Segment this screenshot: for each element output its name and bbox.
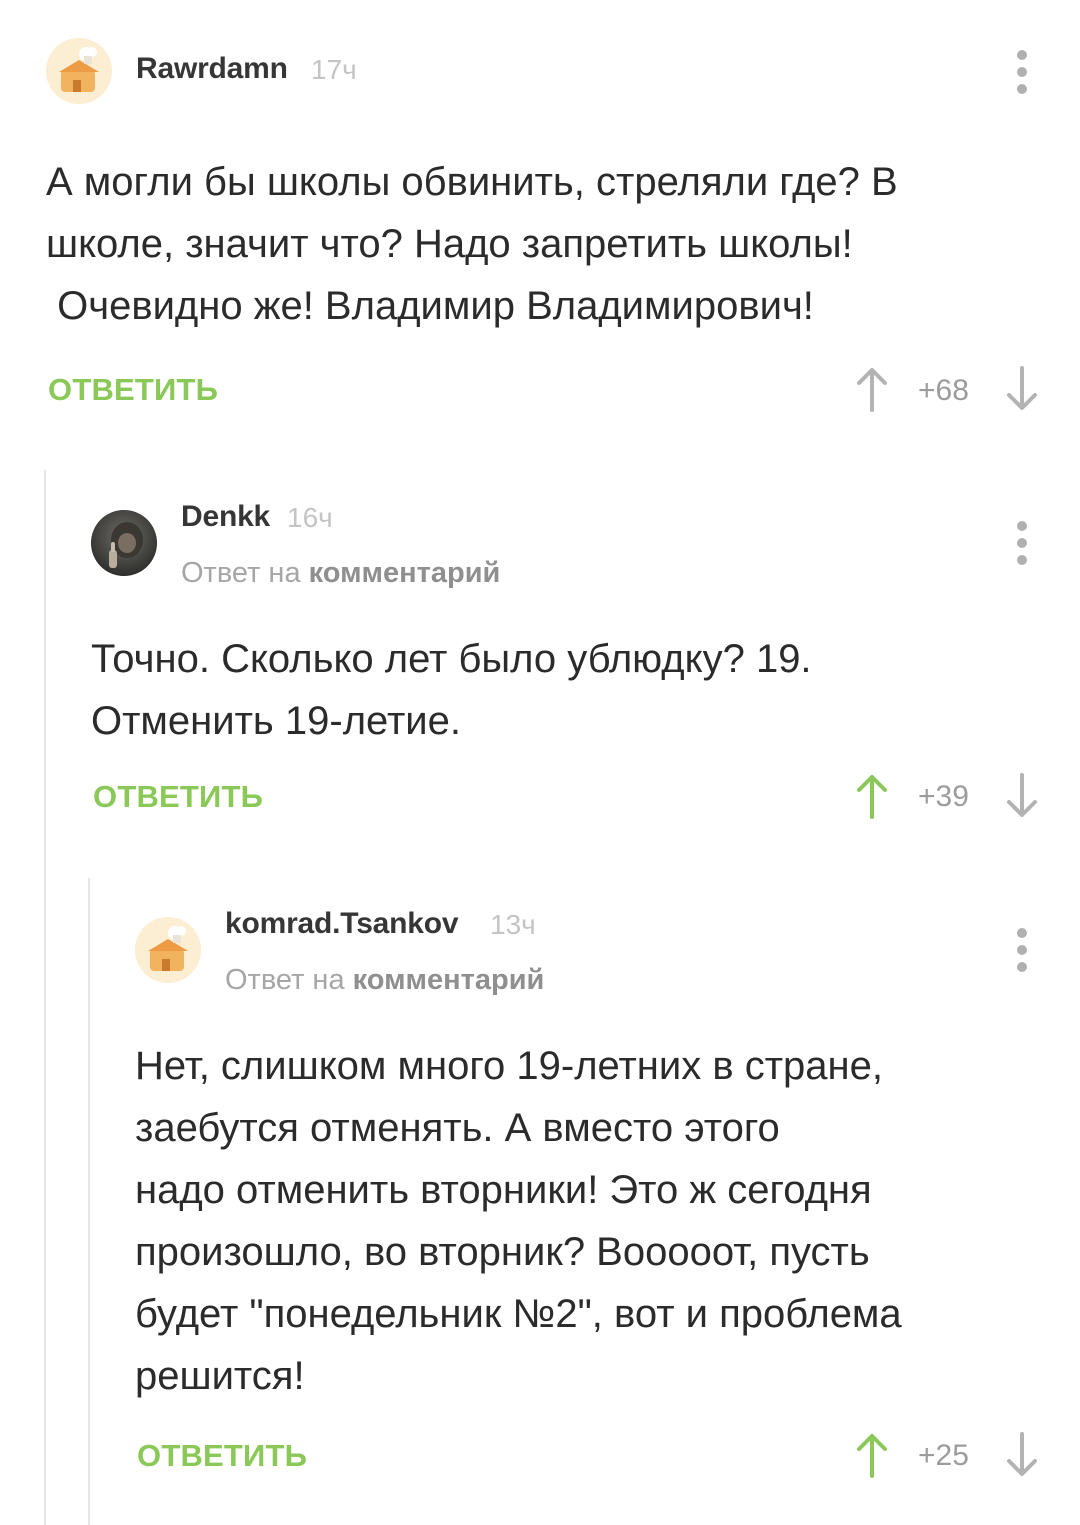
more-vertical-icon[interactable] [1012,521,1032,565]
comment-text-line: произошло, во вторник? Вооооот, пусть [135,1230,870,1274]
reply-to-link[interactable]: комментарий [309,557,501,589]
thread-line-level-2 [88,878,90,1525]
arrow-up-icon[interactable] [854,1432,890,1478]
default-avatar-icon [46,38,112,104]
arrow-up-icon[interactable] [854,366,890,412]
arrow-down-icon[interactable] [1004,773,1040,819]
reply-button[interactable]: ОТВЕТИТЬ [137,1438,307,1474]
reply-to: Ответ на комментарий [181,557,500,590]
comment-text-line: Точно. Сколько лет было ублюдку? 19. [91,637,812,681]
comment-text: Точно. Сколько лет было ублюдку? 19. Отм… [91,628,812,752]
more-vertical-icon[interactable] [1012,50,1032,94]
reply-to: Ответ на комментарий [225,964,544,997]
author-name[interactable]: komrad.Tsankov [225,907,459,941]
comment-text-line: Очевидно же! Владимир Владимирович! [46,284,814,328]
comment-text-line: школе, значит что? Надо запретить школы! [46,222,853,266]
comment-time: 16ч [287,502,333,533]
reply-to-prefix: Ответ на [225,964,345,996]
comment-text-line: заебутся отменять. А вместо этого [135,1106,780,1150]
avatar-photo-icon [91,510,157,576]
avatar[interactable] [135,917,201,983]
rating-value: +25 [918,1439,969,1472]
reply-button[interactable]: ОТВЕТИТЬ [93,779,263,815]
arrow-down-icon[interactable] [1004,1432,1040,1478]
comment-time: 13ч [490,909,536,940]
avatar[interactable] [46,38,112,104]
comment-text-line: А могли бы школы обвинить, стреляли где?… [46,160,898,204]
comment-text-line: Нет, слишком много 19-летних в стране, [135,1044,883,1088]
comment-text-line: будет "понедельник №2", вот и проблема [135,1292,902,1336]
reply-button[interactable]: ОТВЕТИТЬ [48,372,218,408]
author-name[interactable]: Denkk [181,500,270,534]
comment-text-line: надо отменить вторники! Это ж сегодня [135,1168,872,1212]
comment-text-line: Отменить 19-летие. [91,699,461,743]
author-name[interactable]: Rawrdamn [136,52,288,86]
thread-line-level-1 [44,470,46,1525]
default-avatar-icon [135,917,201,983]
rating-value: +68 [918,374,969,407]
reply-to-prefix: Ответ на [181,557,301,589]
avatar[interactable] [91,510,157,576]
arrow-down-icon[interactable] [1004,366,1040,412]
comment-text-line: решится! [135,1354,305,1398]
more-vertical-icon[interactable] [1012,928,1032,972]
comment-time: 17ч [311,54,357,85]
comment-text: А могли бы школы обвинить, стреляли где?… [46,151,898,337]
comment-text: Нет, слишком много 19-летних в стране, з… [135,1035,902,1407]
arrow-up-icon[interactable] [854,773,890,819]
reply-to-link[interactable]: комментарий [353,964,545,996]
rating-value: +39 [918,780,969,813]
